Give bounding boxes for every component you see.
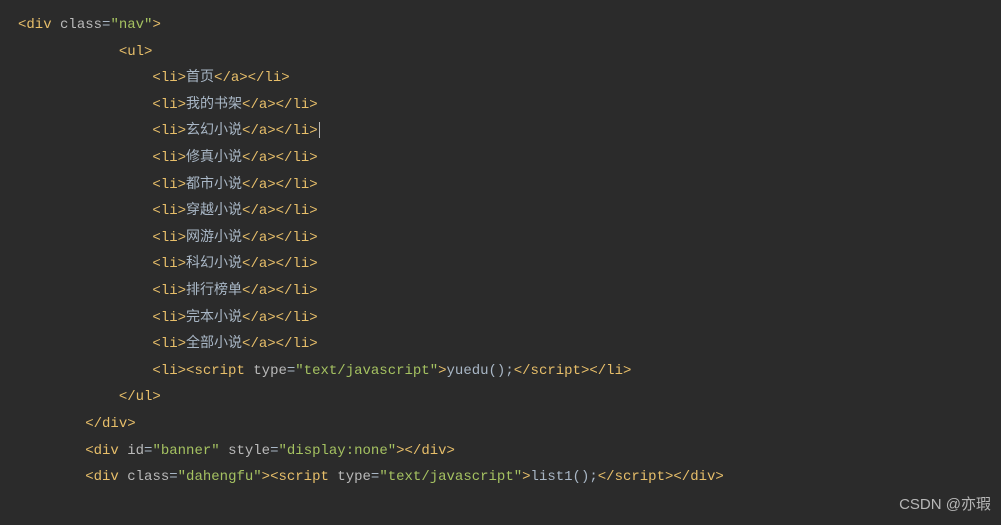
watermark: CSDN @亦瑕 xyxy=(899,491,991,520)
code-line: </div> xyxy=(18,411,1001,438)
code-line: <ul> xyxy=(18,39,1001,66)
code-line: <li>排行榜单</a></li> xyxy=(18,278,1001,305)
code-line: <li>首页</a></li> xyxy=(18,65,1001,92)
code-line: </ul> xyxy=(18,384,1001,411)
code-line: <li>科幻小说</a></li> xyxy=(18,251,1001,278)
code-line: <div class="nav"> xyxy=(18,12,1001,39)
code-line: <li><script type="text/javascript">yuedu… xyxy=(18,358,1001,385)
code-line: <div id="banner" style="display:none"></… xyxy=(18,438,1001,465)
code-line: <li>网游小说</a></li> xyxy=(18,225,1001,252)
code-block: <div class="nav"> <ul> <li>首页</a></li> <… xyxy=(0,12,1001,491)
code-line: <li>穿越小说</a></li> xyxy=(18,198,1001,225)
code-line: <li>玄幻小说</a></li> xyxy=(18,118,1001,145)
code-line: <li>修真小说</a></li> xyxy=(18,145,1001,172)
code-line: <li>都市小说</a></li> xyxy=(18,172,1001,199)
code-line: <li>我的书架</a></li> xyxy=(18,92,1001,119)
code-line: <div class="dahengfu"><script type="text… xyxy=(18,464,1001,491)
code-line: <li>完本小说</a></li> xyxy=(18,305,1001,332)
code-line: <li>全部小说</a></li> xyxy=(18,331,1001,358)
